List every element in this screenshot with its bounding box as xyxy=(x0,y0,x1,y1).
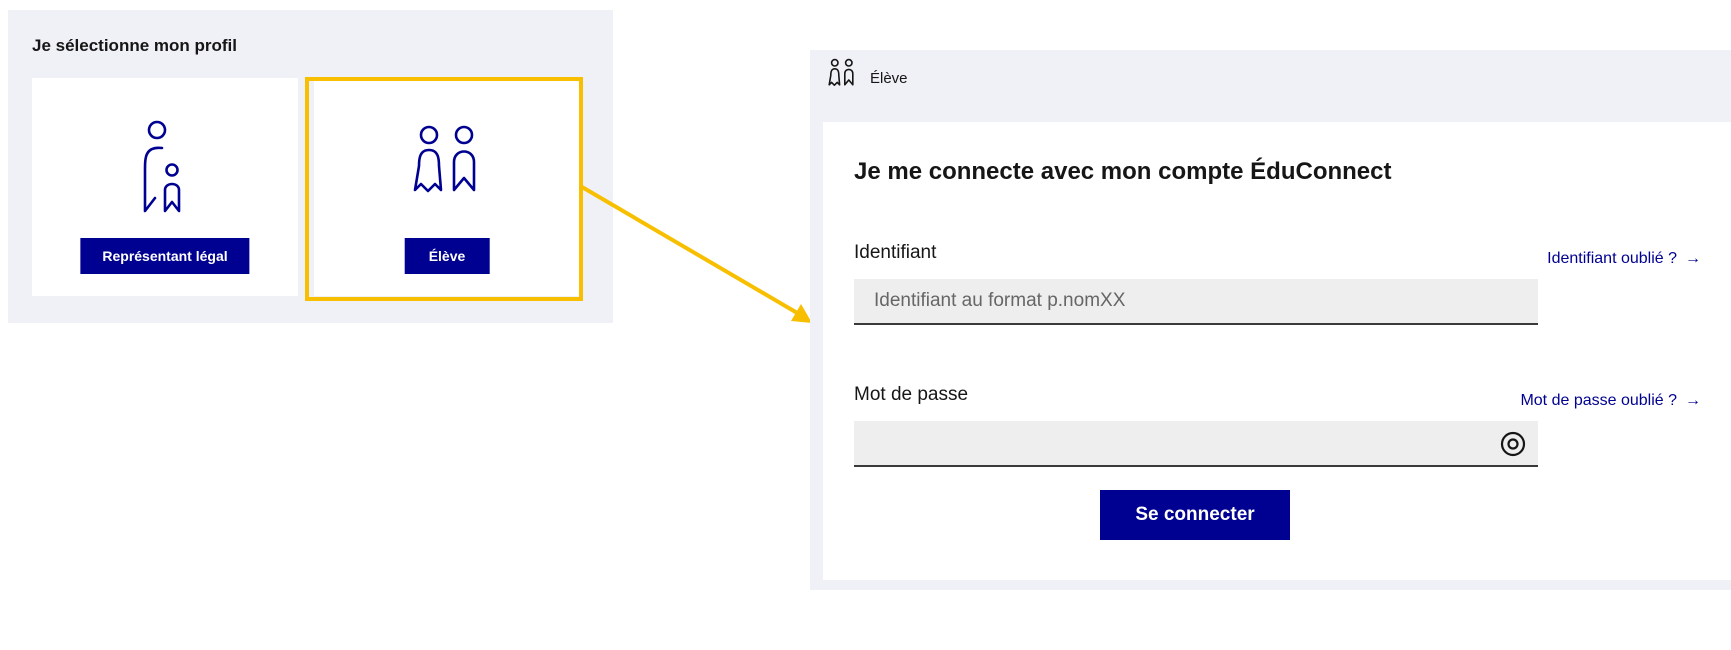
forgot-password-text: Mot de passe oublié ? xyxy=(1520,392,1677,409)
login-submit-button[interactable]: Se connecter xyxy=(1100,490,1290,540)
screenshot-stage: Je sélectionne mon profil Représentant l… xyxy=(0,0,1731,650)
login-profile-header: Élève xyxy=(822,58,908,92)
eye-icon[interactable] xyxy=(1498,429,1528,459)
students-icon xyxy=(822,56,862,100)
forgot-identifier-link[interactable]: Identifiant oublié ? → xyxy=(1547,250,1701,268)
identifier-label: Identifiant xyxy=(854,242,937,263)
password-label: Mot de passe xyxy=(854,384,969,405)
forgot-password-link[interactable]: Mot de passe oublié ? → xyxy=(1520,392,1701,410)
login-card: Je me connecte avec mon compte ÉduConnec… xyxy=(823,122,1731,580)
arrow-right-icon: → xyxy=(1685,392,1701,409)
login-panel: Élève Je me connecte avec mon compte Édu… xyxy=(810,50,1731,590)
identifier-input[interactable] xyxy=(854,279,1538,325)
password-input[interactable] xyxy=(854,421,1538,467)
forgot-identifier-text: Identifiant oublié ? xyxy=(1547,250,1677,267)
login-title: Je me connecte avec mon compte ÉduConnec… xyxy=(854,158,1392,185)
login-profile-label: Élève xyxy=(870,69,908,87)
arrow-right-icon: → xyxy=(1685,250,1701,267)
